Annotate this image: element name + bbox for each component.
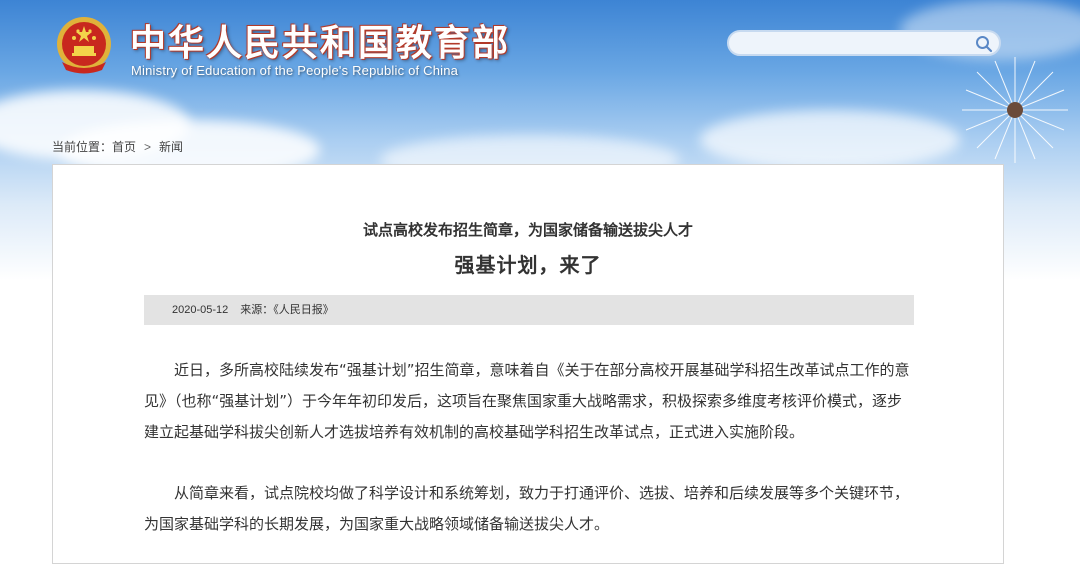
cloud-decoration xyxy=(700,110,960,170)
article-date: 2020-05-12 xyxy=(172,304,229,316)
article-paragraph: 从简章来看，试点院校均做了科学设计和系统筹划，致力于打通评价、选拔、培养和后续发… xyxy=(144,484,910,533)
search-input[interactable] xyxy=(741,34,975,54)
breadcrumb-item-news[interactable]: 新闻 xyxy=(159,140,183,154)
site-subtitle: Ministry of Education of the People's Re… xyxy=(131,63,459,78)
article-body: 近日，多所高校陆续发布“强基计划”招生简章，意味着自《关于在部分高校开展基础学科… xyxy=(144,355,916,570)
search-box[interactable] xyxy=(727,30,1001,56)
article-paragraph: 近日，多所高校陆续发布“强基计划”招生简章，意味着自《关于在部分高校开展基础学科… xyxy=(144,361,910,441)
breadcrumb-label: 当前位置： xyxy=(52,140,113,154)
article-kicker: 试点高校发布招生简章，为国家储备输送拔尖人才 xyxy=(362,221,693,239)
search-icon[interactable] xyxy=(975,35,993,53)
article-headline: 强基计划，来了 xyxy=(454,253,602,277)
breadcrumb: 当前位置：首页 > 新闻 xyxy=(52,138,183,155)
article-source: 来源：《人民日报》 xyxy=(240,304,334,316)
article-panel: 试点高校发布招生简章，为国家储备输送拔尖人才 强基计划，来了 2020-05-1… xyxy=(52,164,1004,564)
article-meta-bar: 2020-05-12 来源：《人民日报》 xyxy=(144,295,914,325)
site-title[interactable]: 中华人民共和国教育部 xyxy=(130,14,510,66)
dandelion-decoration-icon xyxy=(962,57,1068,163)
national-emblem-icon xyxy=(57,17,111,74)
breadcrumb-item-home[interactable]: 首页 xyxy=(112,140,136,154)
chevron-right-icon: > xyxy=(144,139,152,154)
